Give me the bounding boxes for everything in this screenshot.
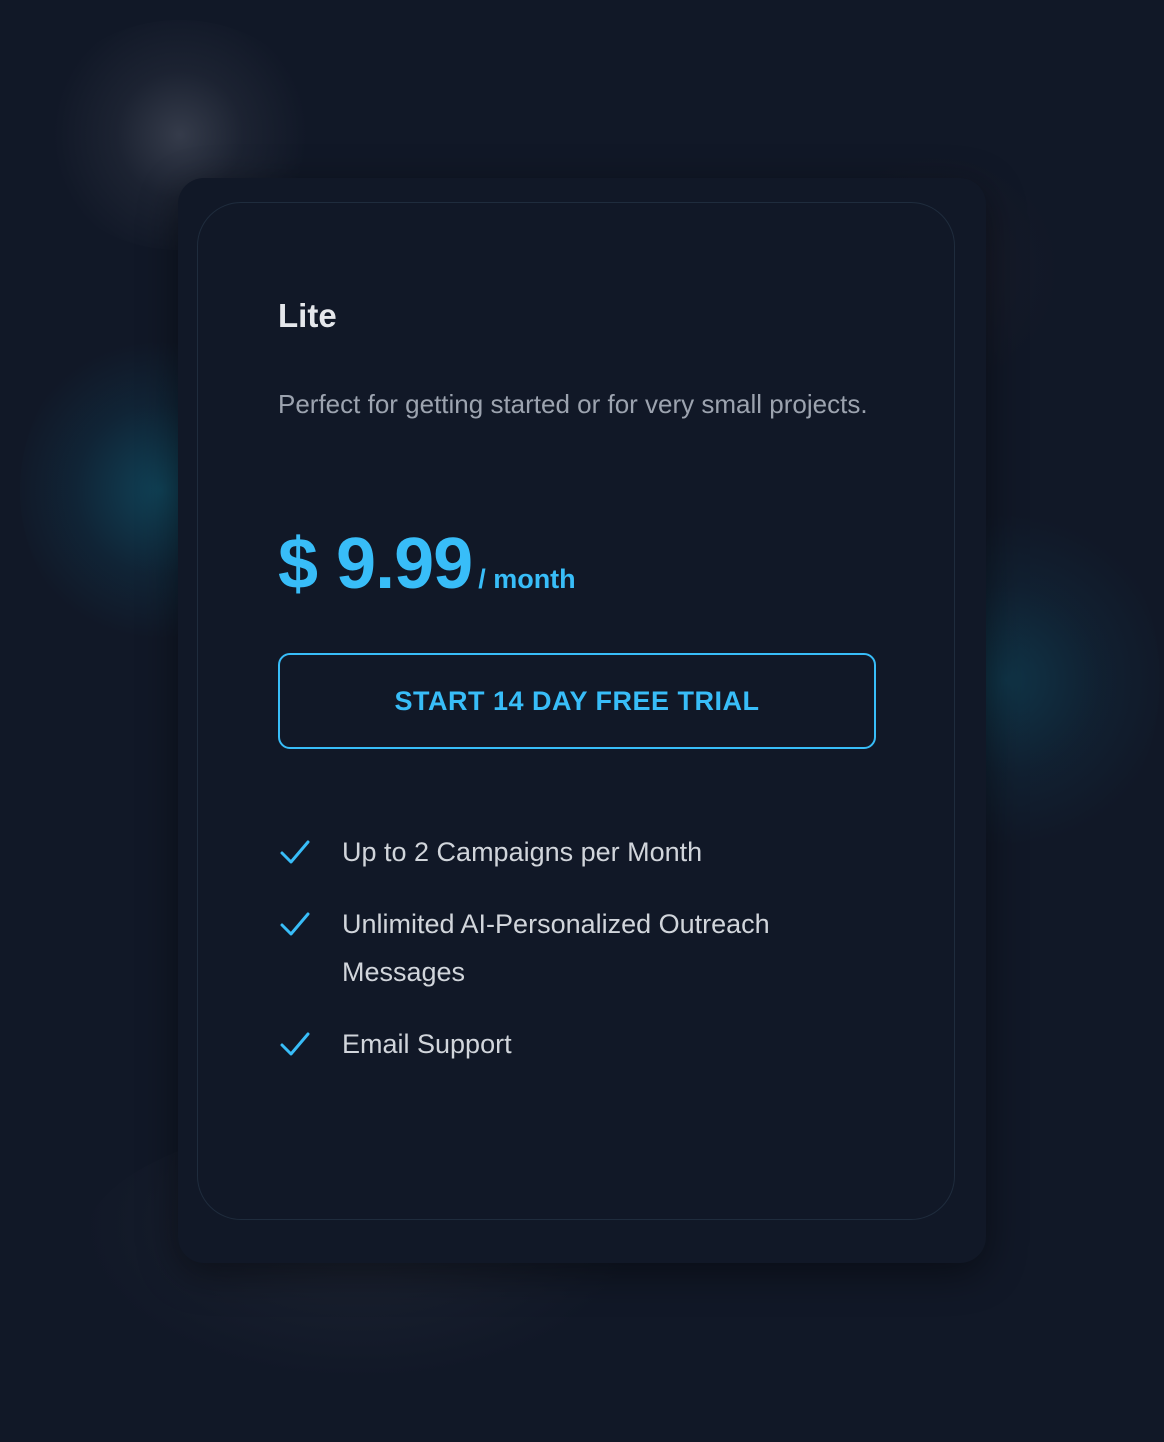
check-icon bbox=[278, 828, 318, 876]
start-free-trial-button[interactable]: START 14 DAY FREE TRIAL bbox=[278, 653, 876, 749]
feature-text: Unlimited AI-Personalized Outreach Messa… bbox=[342, 909, 770, 987]
feature-text: Up to 2 Campaigns per Month bbox=[342, 837, 703, 867]
feature-text: Email Support bbox=[342, 1029, 512, 1059]
plan-name: Lite bbox=[278, 297, 337, 334]
price-period: / month bbox=[478, 564, 576, 594]
check-icon bbox=[278, 900, 318, 948]
plan-description: Perfect for getting started or for very … bbox=[278, 389, 868, 419]
check-icon bbox=[278, 1020, 318, 1068]
price-row: $ 9.99/ month bbox=[278, 524, 576, 604]
price-amount: $ 9.99 bbox=[278, 524, 473, 604]
feature-item: Up to 2 Campaigns per Month bbox=[278, 828, 878, 876]
feature-item: Unlimited AI-Personalized Outreach Messa… bbox=[278, 900, 878, 996]
feature-list: Up to 2 Campaigns per Month Unlimited AI… bbox=[278, 828, 878, 1092]
feature-item: Email Support bbox=[278, 1020, 878, 1068]
